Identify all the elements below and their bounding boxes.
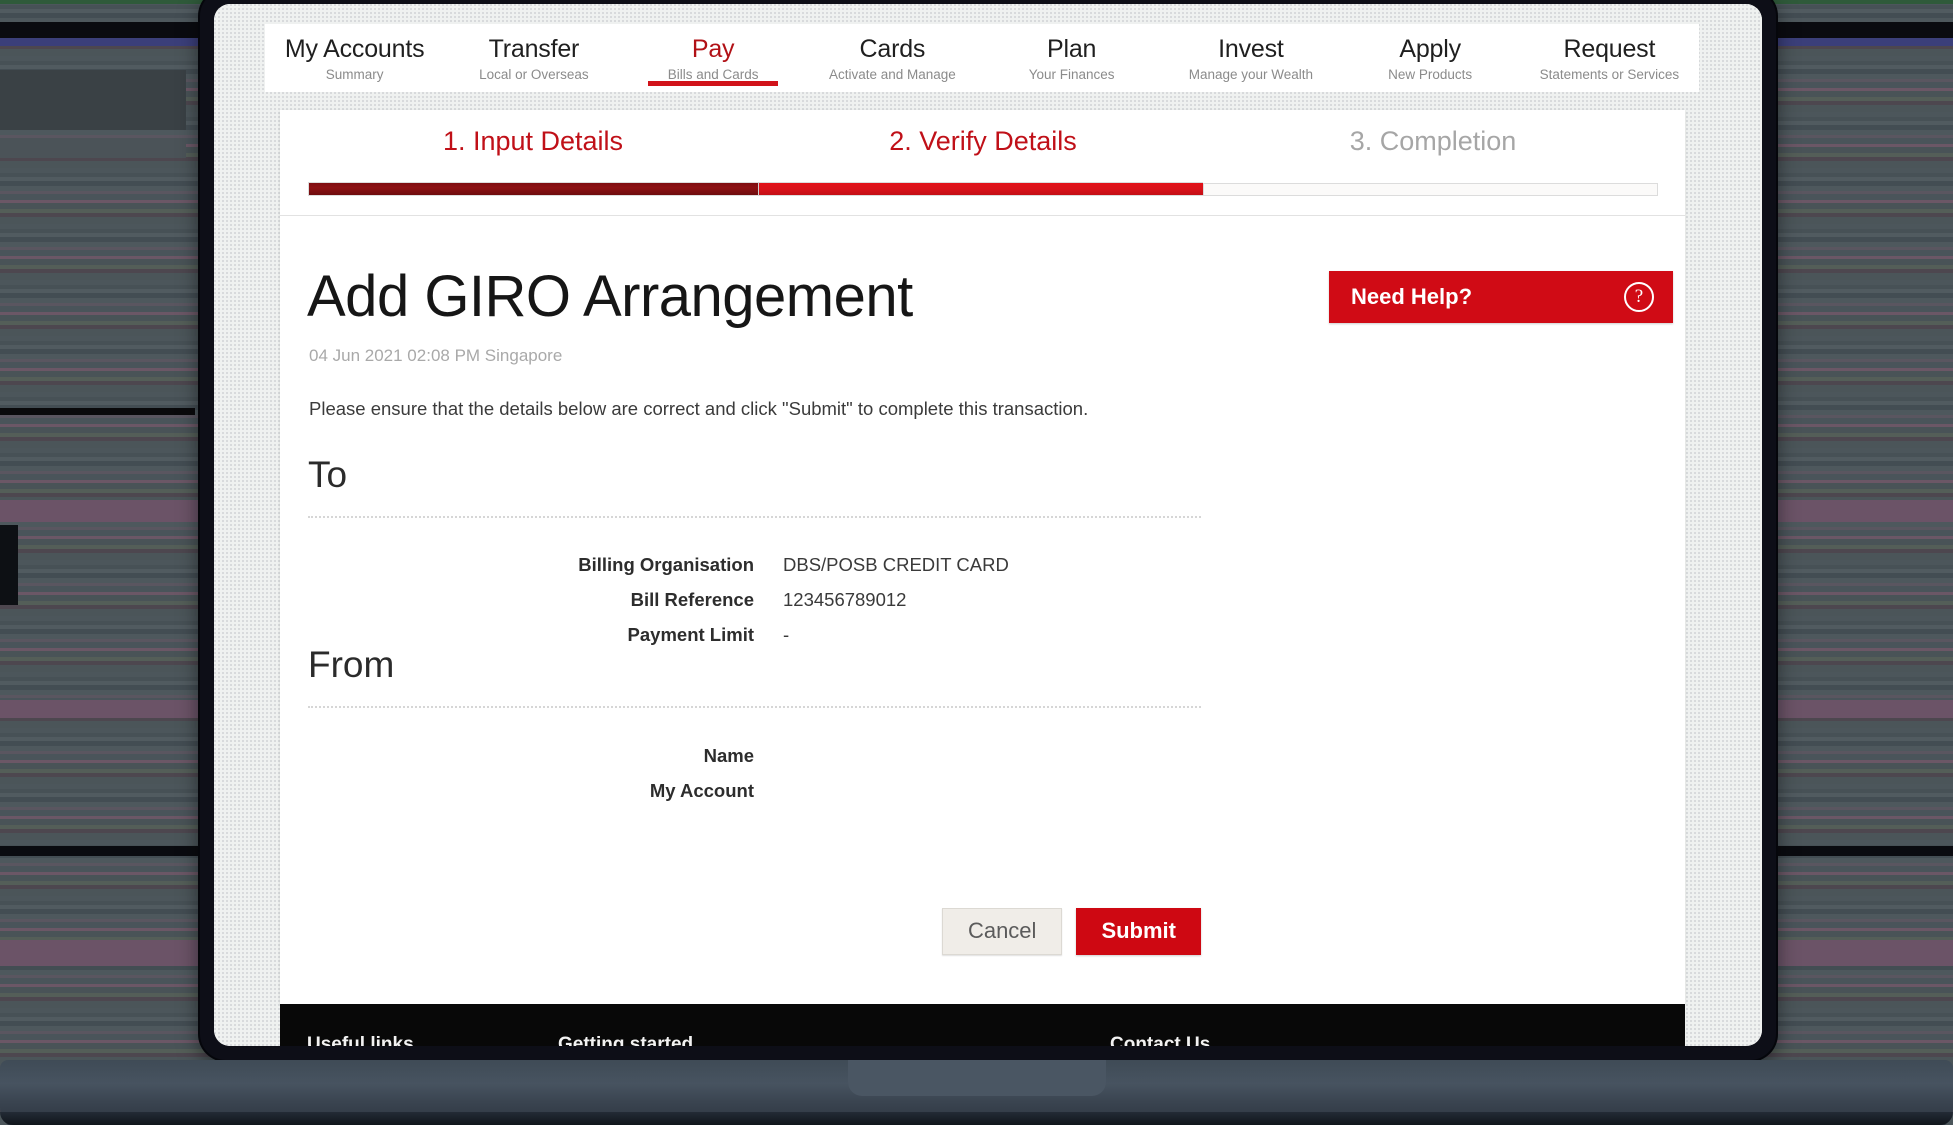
need-help-label: Need Help? bbox=[1351, 284, 1473, 309]
section-heading-from: From bbox=[308, 644, 395, 685]
nav-subtitle: Summary bbox=[325, 67, 384, 83]
stepper-labels: 1. Input Details 2. Verify Details 3. Co… bbox=[308, 126, 1658, 157]
footer-heading-getting-started[interactable]: Getting started bbox=[558, 1034, 693, 1046]
backdrop-artifact bbox=[0, 70, 186, 130]
content-card: 1. Input Details 2. Verify Details 3. Co… bbox=[280, 110, 1685, 1004]
question-circle-icon: ? bbox=[1624, 282, 1654, 312]
nav-subtitle: Activate and Manage bbox=[828, 67, 956, 83]
nav-item-transfer[interactable]: Transfer Local or Overseas bbox=[444, 24, 623, 83]
nav-active-underline bbox=[648, 81, 779, 87]
nav-title: Invest bbox=[1218, 35, 1284, 63]
nav-title: Apply bbox=[1399, 35, 1461, 63]
field-label: My Account bbox=[649, 780, 754, 801]
nav-subtitle: New Products bbox=[1388, 67, 1473, 83]
nav-item-request[interactable]: Request Statements or Services bbox=[1520, 24, 1699, 83]
footer-heading-useful-links[interactable]: Useful links bbox=[307, 1034, 414, 1046]
laptop-base-lip bbox=[0, 1112, 1953, 1125]
page-footer: Useful links Getting started Contact Us bbox=[280, 1004, 1685, 1046]
stepper-segment-current bbox=[758, 182, 1203, 196]
timestamp: 04 Jun 2021 02:08 PM Singapore bbox=[309, 346, 563, 365]
step-label-input-details[interactable]: 1. Input Details bbox=[308, 126, 758, 157]
submit-button[interactable]: Submit bbox=[1076, 908, 1201, 956]
nav-title: Request bbox=[1563, 35, 1656, 63]
field-row-my-account: My Account bbox=[308, 780, 1208, 802]
stepper-segment-todo bbox=[1203, 182, 1658, 196]
form-actions: Cancel Submit bbox=[280, 908, 1201, 956]
laptop-screen-bezel: My Accounts Summary Transfer Local or Ov… bbox=[200, 0, 1776, 1060]
section-divider bbox=[308, 706, 1201, 708]
nav-subtitle: Local or Overseas bbox=[479, 67, 589, 83]
field-label: Billing Organisation bbox=[578, 554, 754, 575]
nav-item-invest[interactable]: Invest Manage your Wealth bbox=[1161, 24, 1340, 83]
nav-item-my-accounts[interactable]: My Accounts Summary bbox=[265, 24, 444, 83]
screenshot-stage: My Accounts Summary Transfer Local or Ov… bbox=[0, 0, 1953, 1125]
backdrop-artifact bbox=[0, 525, 18, 605]
need-help-button[interactable]: Need Help? ? bbox=[1329, 271, 1673, 323]
nav-item-plan[interactable]: Plan Your Finances bbox=[982, 24, 1161, 83]
backdrop-artifact bbox=[0, 408, 195, 415]
field-label: Bill Reference bbox=[630, 589, 754, 610]
field-row-bill-reference: Bill Reference 123456789012 bbox=[308, 589, 1208, 611]
stepper-progress-bar bbox=[308, 182, 1658, 196]
cancel-button[interactable]: Cancel bbox=[941, 908, 1063, 956]
nav-item-apply[interactable]: Apply New Products bbox=[1341, 24, 1520, 83]
step-label-completion: 3. Completion bbox=[1349, 126, 1517, 156]
laptop-display: My Accounts Summary Transfer Local or Ov… bbox=[214, 4, 1762, 1046]
field-value: - bbox=[783, 624, 790, 645]
field-row-name: Name bbox=[308, 745, 1208, 767]
nav-subtitle: Statements or Services bbox=[1539, 67, 1680, 83]
backdrop-artifact bbox=[0, 138, 186, 158]
field-value: 123456789012 bbox=[783, 589, 907, 610]
page-title: Add GIRO Arrangement bbox=[307, 264, 913, 329]
nav-title: My Accounts bbox=[284, 35, 425, 63]
nav-title: Cards bbox=[859, 35, 926, 63]
field-label: Payment Limit bbox=[627, 624, 754, 645]
nav-item-cards[interactable]: Cards Activate and Manage bbox=[803, 24, 982, 83]
main-navigation: My Accounts Summary Transfer Local or Ov… bbox=[265, 24, 1699, 92]
field-value: DBS/POSB CREDIT CARD bbox=[783, 554, 1009, 575]
nav-subtitle: Manage your Wealth bbox=[1188, 67, 1314, 83]
nav-title: Plan bbox=[1047, 35, 1097, 63]
stepper-segment-done bbox=[308, 182, 758, 196]
field-row-payment-limit: Payment Limit - bbox=[308, 624, 1208, 646]
nav-subtitle: Bills and Cards bbox=[667, 67, 759, 83]
step-label-verify-details[interactable]: 2. Verify Details bbox=[758, 126, 1208, 157]
field-label: Name bbox=[703, 745, 754, 766]
nav-title: Transfer bbox=[488, 35, 580, 63]
section-divider bbox=[308, 516, 1201, 518]
section-heading-to: To bbox=[308, 454, 348, 495]
transaction-form: Add GIRO Arrangement 04 Jun 2021 02:08 P… bbox=[280, 216, 1685, 1004]
web-page: My Accounts Summary Transfer Local or Ov… bbox=[265, 10, 1699, 1046]
progress-stepper: 1. Input Details 2. Verify Details 3. Co… bbox=[280, 110, 1685, 216]
nav-subtitle: Your Finances bbox=[1028, 67, 1115, 83]
field-row-billing-organisation: Billing Organisation DBS/POSB CREDIT CAR… bbox=[308, 554, 1208, 576]
nav-item-pay[interactable]: Pay Bills and Cards bbox=[624, 24, 803, 87]
footer-heading-contact-us[interactable]: Contact Us bbox=[1110, 1034, 1210, 1046]
nav-title: Pay bbox=[691, 35, 735, 63]
instruction-text: Please ensure that the details below are… bbox=[309, 398, 1089, 419]
